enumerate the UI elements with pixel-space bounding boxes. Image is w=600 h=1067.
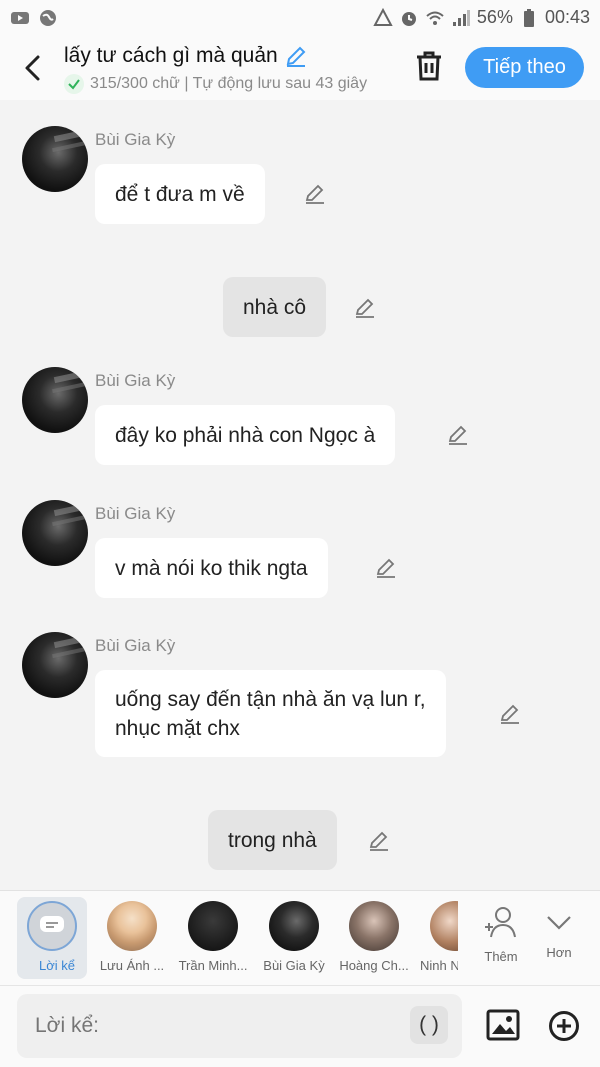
sender-name: Bùi Gia Kỳ <box>95 636 176 655</box>
character-name: Lưu Ánh ... <box>99 958 165 973</box>
character-chip[interactable]: Lưu Ánh ... <box>92 897 172 979</box>
avatar[interactable] <box>22 632 88 698</box>
save-status: 315/300 chữ | Tự động lưu sau 43 giây <box>64 74 390 94</box>
alarm-icon <box>401 11 416 26</box>
avatar <box>107 901 157 951</box>
add-character-button[interactable]: Thêm <box>462 897 540 979</box>
chat-area[interactable]: Bùi Gia Kỳ để t đưa m về nhà cô Bùi Gia … <box>0 100 600 890</box>
character-name: Bùi Gia Kỳ <box>263 958 325 973</box>
narration-bubble[interactable]: nhà cô <box>223 277 327 337</box>
sender-name: Bùi Gia Kỳ <box>95 371 176 390</box>
add-person-icon <box>485 907 516 938</box>
avatar[interactable] <box>22 500 88 566</box>
character-name: Ninh N <box>420 958 458 973</box>
plus-circle-icon[interactable] <box>548 1010 580 1042</box>
sender-name: Bùi Gia Kỳ <box>95 130 176 149</box>
clock: 00:43 <box>544 7 590 27</box>
check-icon <box>64 74 84 94</box>
next-button[interactable]: Tiếp theo <box>465 47 584 88</box>
wifi-icon <box>426 11 444 25</box>
message-input[interactable] <box>17 994 462 1058</box>
data-saver-icon <box>373 7 393 26</box>
top-bar: lấy tư cách gì mà quản 315/300 chữ | Tự … <box>0 36 600 100</box>
globe-icon <box>40 10 56 26</box>
avatar <box>349 901 399 951</box>
story-title-text: lấy tư cách gì mà quản <box>64 44 278 67</box>
pencil-icon[interactable] <box>284 44 308 68</box>
trash-icon[interactable] <box>414 50 444 82</box>
more-button[interactable]: Hơn <box>530 897 588 979</box>
chevron-down-icon <box>547 916 571 930</box>
character-name: Hoàng Ch... <box>339 958 409 973</box>
save-status-text: 315/300 chữ | Tự động lưu sau 43 giây <box>90 75 368 92</box>
avatar <box>430 901 458 951</box>
youtube-icon <box>11 12 29 24</box>
edit-icon[interactable] <box>446 423 470 447</box>
character-strip: Lời kể Lưu Ánh ... Trần Minh... Bùi Gia … <box>0 890 600 985</box>
avatar <box>188 901 238 951</box>
edit-icon[interactable] <box>353 296 377 320</box>
back-arrow-icon[interactable] <box>18 50 48 86</box>
edit-icon[interactable] <box>498 702 522 726</box>
avatar[interactable] <box>22 126 88 192</box>
signal-icon <box>452 9 470 26</box>
edit-icon[interactable] <box>367 829 391 853</box>
character-chip[interactable]: Ninh N <box>414 897 458 979</box>
character-name: Trần Minh... <box>178 958 248 973</box>
more-label: Hơn <box>546 945 572 960</box>
edit-icon[interactable] <box>374 556 398 580</box>
chat-bubble-icon <box>27 901 77 951</box>
battery-icon <box>523 8 534 27</box>
battery-percent: 56% <box>476 7 513 27</box>
message-bubble[interactable]: đây ko phải nhà con Ngọc à <box>95 405 396 465</box>
add-label: Thêm <box>484 949 518 964</box>
image-icon[interactable] <box>486 1008 520 1042</box>
narration-bubble[interactable]: trong nhà <box>208 810 337 870</box>
narrator-label: Lời kể <box>39 958 75 973</box>
message-bubble[interactable]: uống say đến tận nhà ăn vạ lun r, nhục m… <box>95 670 446 757</box>
avatar <box>269 901 319 951</box>
message-bubble[interactable]: v mà nói ko thik ngta <box>95 538 328 598</box>
sender-name: Bùi Gia Kỳ <box>95 504 176 523</box>
edit-icon[interactable] <box>303 182 327 206</box>
input-bar: ( ) <box>0 985 600 1067</box>
avatar[interactable] <box>22 367 88 433</box>
narrator-chip[interactable]: Lời kể <box>17 897 87 979</box>
character-chip[interactable]: Hoàng Ch... <box>334 897 414 979</box>
action-parentheses-button[interactable]: ( ) <box>410 1006 448 1044</box>
character-chip[interactable]: Bùi Gia Kỳ <box>254 897 334 979</box>
message-bubble[interactable]: để t đưa m về <box>95 164 265 224</box>
story-title[interactable]: lấy tư cách gì mà quản <box>64 44 308 68</box>
status-bar: 56% 00:43 <box>0 0 600 36</box>
character-chip[interactable]: Trần Minh... <box>173 897 253 979</box>
